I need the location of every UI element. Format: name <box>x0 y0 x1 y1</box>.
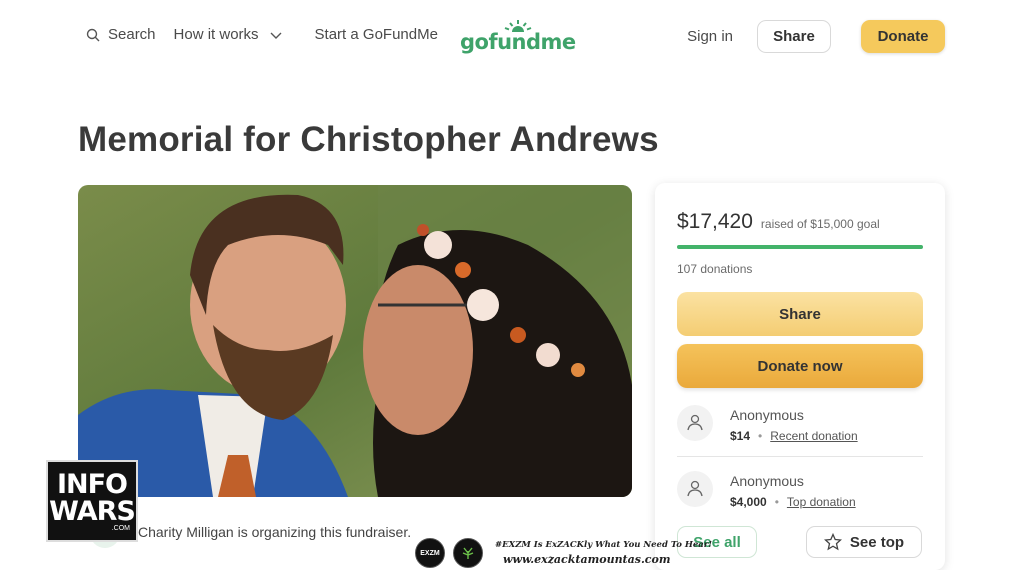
search-link[interactable]: Search <box>86 26 156 43</box>
gofundme-logo[interactable]: gofundme <box>460 20 576 54</box>
donor-item: Anonymous $14 • Recent donation <box>677 401 923 457</box>
exzm-text: #EXZM Is ExZACKly What You Need To Hear!… <box>495 540 712 566</box>
star-icon <box>823 533 842 551</box>
header-share-button[interactable]: Share <box>757 20 831 53</box>
raised-goal: raised of $15,000 goal <box>760 217 880 231</box>
donor-name: Anonymous <box>730 473 804 489</box>
infowars-watermark: INFO WARS .COM <box>46 460 138 542</box>
exzm-watermark: EXZM #EXZM Is ExZACKly What You Need To … <box>415 538 712 568</box>
divider <box>677 456 923 457</box>
header-nav-right: Sign in Share Donate <box>687 20 945 53</box>
donor-meta: $4,000 • Top donation <box>730 495 856 509</box>
donor-avatar <box>677 471 713 507</box>
infowars-line1: INFO <box>56 468 128 500</box>
user-heart-icon <box>687 480 703 497</box>
exzm-url: www.exzacktamountas.com <box>503 553 671 566</box>
exzm-leaf-badge <box>453 538 483 568</box>
donate-now-button[interactable]: Donate now <box>677 344 923 388</box>
campaign-photo-illustration <box>78 185 632 497</box>
raised-summary: $17,420 raised of $15,000 goal <box>677 210 880 234</box>
top-donation-link[interactable]: Top donation <box>787 495 856 509</box>
search-icon <box>86 28 100 41</box>
infowars-line2: WARS <box>49 495 136 527</box>
exzm-tagline: #EXZM Is ExZACKly What You Need To Hear! <box>495 540 712 550</box>
donor-name: Anonymous <box>730 407 804 423</box>
separator-dot: • <box>774 495 779 509</box>
header-donate-button[interactable]: Donate <box>861 20 945 53</box>
infowars-com: .COM <box>111 524 130 532</box>
header-nav-left: Search How it works Start a GoFundMe <box>86 26 438 43</box>
donor-amount: $14 <box>730 429 751 443</box>
chevron-down-icon <box>270 32 282 39</box>
search-label: Search <box>108 26 156 43</box>
leaf-icon <box>462 547 474 559</box>
share-button[interactable]: Share <box>677 292 923 336</box>
donor-amount: $4,000 <box>730 495 767 509</box>
campaign-photo[interactable] <box>78 185 632 497</box>
see-top-label: See top <box>849 533 905 551</box>
user-heart-icon <box>687 414 703 431</box>
progress-bar <box>677 245 923 249</box>
donor-avatar <box>677 405 713 441</box>
how-it-works-menu[interactable]: How it works <box>174 26 283 43</box>
start-gofundme-label: Start a GoFundMe <box>314 26 438 43</box>
page-title: Memorial for Christopher Andrews <box>78 120 659 159</box>
donations-count: 107 donations <box>677 262 753 276</box>
exzm-badge: EXZM <box>415 538 445 568</box>
signin-link[interactable]: Sign in <box>687 28 733 45</box>
separator-dot: • <box>758 429 763 443</box>
start-gofundme-link[interactable]: Start a GoFundMe <box>315 26 438 43</box>
progress-fill <box>677 245 923 249</box>
logo-text: gofundme <box>460 30 576 54</box>
donation-card: $17,420 raised of $15,000 goal 107 donat… <box>655 183 945 570</box>
see-top-button[interactable]: See top <box>806 526 922 558</box>
recent-donation-link[interactable]: Recent donation <box>770 429 857 443</box>
raised-amount: $17,420 <box>677 210 753 233</box>
donor-meta: $14 • Recent donation <box>730 429 858 443</box>
how-it-works-label: How it works <box>173 26 259 43</box>
donor-item: Anonymous $4,000 • Top donation <box>677 467 923 523</box>
organizer-text: Charity Milligan is organizing this fund… <box>138 524 412 540</box>
